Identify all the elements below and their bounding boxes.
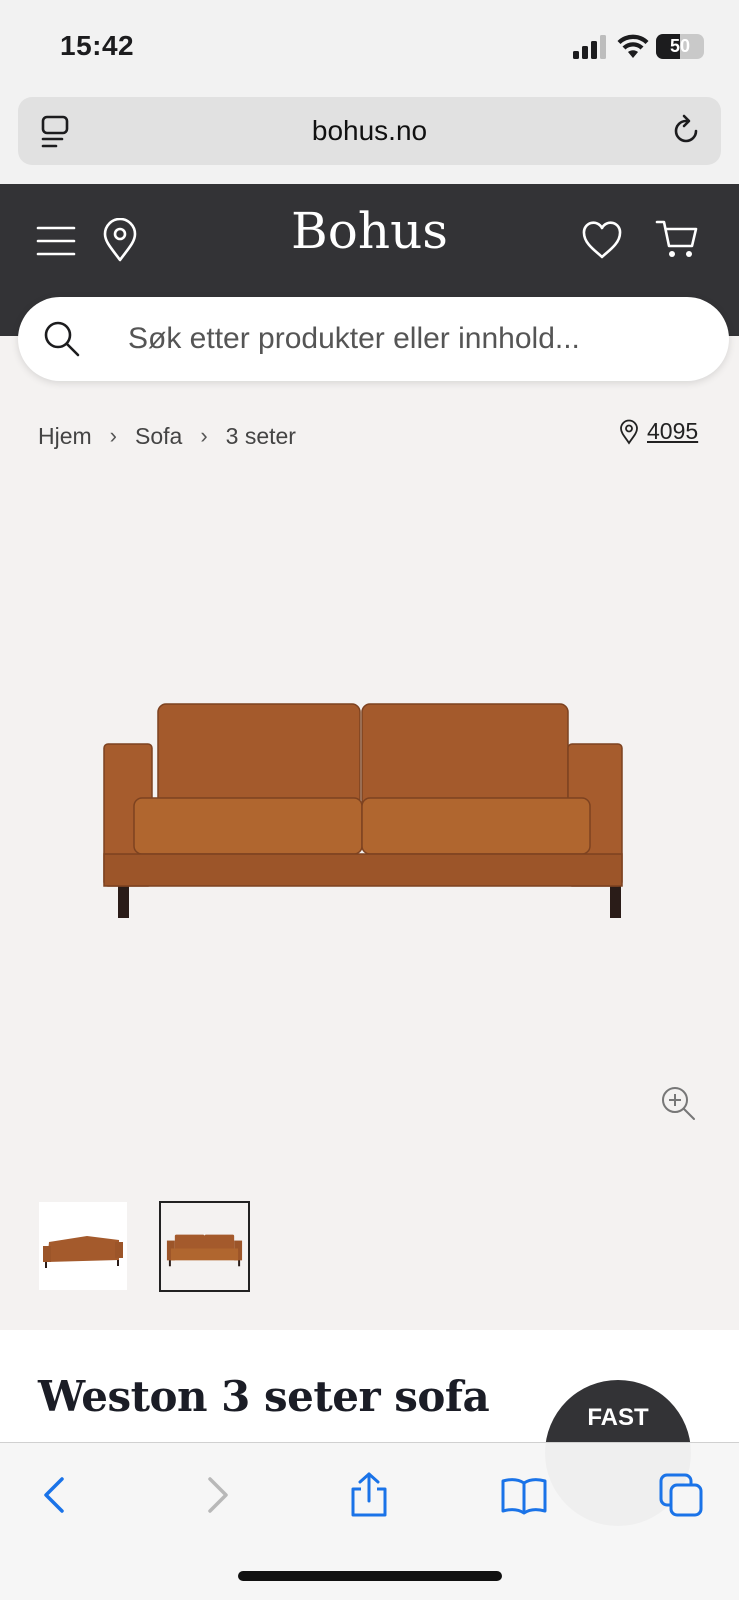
breadcrumb-item-3-seter[interactable]: 3 seter <box>226 423 296 450</box>
product-image-sofa[interactable] <box>100 700 640 950</box>
bookmarks-icon[interactable] <box>500 1471 548 1519</box>
home-indicator[interactable] <box>238 1571 502 1581</box>
search-icon <box>44 321 80 357</box>
breadcrumb: Hjem › Sofa › 3 seter <box>38 420 296 452</box>
status-bar: 15:42 50 <box>0 0 739 90</box>
cellular-signal-icon <box>573 35 606 59</box>
battery-icon: 50 <box>656 34 704 59</box>
breadcrumb-item-sofa[interactable]: Sofa <box>135 423 182 450</box>
battery-level: 50 <box>669 36 691 56</box>
search-input[interactable] <box>128 297 708 381</box>
reload-icon[interactable] <box>669 114 703 148</box>
share-icon[interactable] <box>345 1471 393 1519</box>
sofa-thumbnail-image <box>166 1234 243 1267</box>
cart-icon[interactable] <box>655 218 699 260</box>
badge-text: FAST <box>587 1404 649 1431</box>
heart-icon[interactable] <box>581 220 623 260</box>
product-thumbnail-selected[interactable] <box>159 1201 250 1292</box>
forward-icon[interactable] <box>192 1471 240 1519</box>
breadcrumb-item-home[interactable]: Hjem <box>38 423 92 450</box>
store-selector[interactable]: 4095 <box>619 418 698 445</box>
brand-logo[interactable]: Bohus <box>0 202 739 260</box>
sofa-thumbnail-image <box>43 1236 123 1268</box>
address-bar[interactable]: bohus.no <box>18 97 721 165</box>
chevron-right-icon: › <box>200 423 208 448</box>
browser-address-area: bohus.no <box>0 90 739 184</box>
store-code[interactable]: 4095 <box>647 418 698 445</box>
chevron-right-icon: › <box>109 423 117 448</box>
search-bar[interactable] <box>18 297 729 381</box>
product-thumbnail[interactable] <box>39 1202 127 1290</box>
status-time: 15:42 <box>60 30 135 61</box>
url-text[interactable]: bohus.no <box>18 97 721 165</box>
tabs-icon[interactable] <box>657 1471 705 1519</box>
product-title: Weston 3 seter sofa <box>38 1372 490 1421</box>
back-icon[interactable] <box>32 1471 80 1519</box>
location-pin-icon <box>620 419 638 445</box>
wifi-icon <box>617 34 649 58</box>
zoom-in-icon[interactable] <box>660 1085 696 1121</box>
